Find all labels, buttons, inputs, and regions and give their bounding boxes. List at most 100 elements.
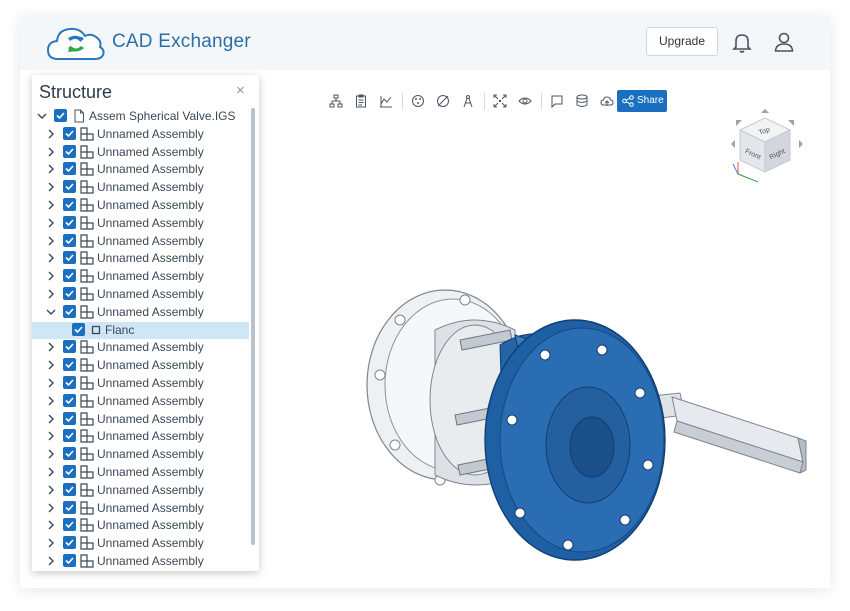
tree-checkbox[interactable] [54,109,67,122]
tree-checkbox[interactable] [63,340,76,354]
tree-assembly-row[interactable]: Unnamed Assembly [32,268,249,286]
tree-assembly-row[interactable]: Unnamed Assembly [32,144,249,162]
layers-icon[interactable] [571,90,593,112]
tree-checkbox[interactable] [63,215,76,229]
tree-assembly-row[interactable]: Unnamed Assembly [32,535,249,553]
explode-icon[interactable] [407,90,429,112]
tree-assembly-row[interactable]: Unnamed Assembly [32,179,249,197]
tree-checkbox[interactable] [63,126,76,140]
tree-assembly-row[interactable]: Unnamed Assembly [32,428,249,446]
tree-checkbox[interactable] [63,464,76,478]
tree-assembly-row[interactable]: Unnamed Assembly [32,197,249,215]
tree-assembly-row[interactable]: Unnamed Assembly [32,215,249,233]
tree-assembly-row[interactable]: Unnamed Assembly [32,393,249,411]
tree-checkbox[interactable] [63,393,76,407]
chevron-right-icon[interactable] [46,555,56,567]
tree-checkbox[interactable] [63,269,76,283]
rotate-cw-icon[interactable] [788,120,794,126]
chevron-right-icon[interactable] [46,519,56,531]
chevron-right-icon[interactable] [46,413,56,425]
upgrade-button[interactable]: Upgrade [646,27,718,56]
tree-assembly-row[interactable]: Unnamed Assembly [32,286,249,304]
visibility-icon[interactable] [514,90,536,112]
tree-checkbox[interactable] [63,197,76,211]
close-icon[interactable]: × [236,82,245,99]
chevron-right-icon[interactable] [46,128,56,140]
rotate-ccw-icon[interactable] [736,120,742,126]
valve-model[interactable] [340,275,810,585]
panel-scrollbar[interactable] [251,108,255,545]
cloud-logo-icon[interactable] [46,25,106,63]
tree-assembly-row[interactable]: Unnamed Assembly [32,304,249,322]
chevron-right-icon[interactable] [46,537,56,549]
tree-checkbox[interactable] [63,251,76,265]
tree-assembly-row[interactable]: Unnamed Assembly [32,161,249,179]
properties-icon[interactable] [350,90,372,112]
tree-checkbox[interactable] [63,304,76,318]
cloud-upload-icon[interactable] [596,90,618,112]
chevron-right-icon[interactable] [46,430,56,442]
tree-assembly-row[interactable]: Unnamed Assembly [32,411,249,429]
tree-checkbox[interactable] [63,536,76,550]
bell-icon[interactable] [730,30,754,54]
user-icon[interactable] [772,30,796,54]
chevron-right-icon[interactable] [46,502,56,514]
tree-assembly-row[interactable]: Unnamed Assembly [32,339,249,357]
tree-assembly-row[interactable]: Unnamed Assembly [32,233,249,251]
tree-checkbox[interactable] [63,375,76,389]
arrow-left-icon[interactable] [731,140,735,148]
chevron-right-icon[interactable] [46,217,56,229]
tree-checkbox[interactable] [63,553,76,567]
tree-checkbox[interactable] [63,162,76,176]
chevron-right-icon[interactable] [46,252,56,264]
tree-assembly-row[interactable]: Unnamed Assembly [32,500,249,518]
tree-assembly-row[interactable]: Unnamed Assembly [32,446,249,464]
tree-checkbox[interactable] [63,518,76,532]
tree-checkbox[interactable] [63,500,76,514]
tree-assembly-row[interactable]: Unnamed Assembly [32,126,249,144]
tree-assembly-row[interactable]: Unnamed Assembly [32,517,249,535]
chevron-right-icon[interactable] [46,377,56,389]
arrow-right-icon[interactable] [799,140,803,148]
tree-assembly-row[interactable]: Unnamed Assembly [32,482,249,500]
tree-checkbox[interactable] [63,358,76,372]
tree-checkbox[interactable] [63,144,76,158]
chevron-right-icon[interactable] [46,235,56,247]
chevron-right-icon[interactable] [46,163,56,175]
tree-checkbox[interactable] [63,180,76,194]
chevron-down-icon[interactable] [37,110,47,122]
structure-tree-icon[interactable] [325,90,347,112]
tree-checkbox[interactable] [63,447,76,461]
tree-assembly-row[interactable]: Unnamed Assembly [32,357,249,375]
tree-checkbox[interactable] [63,429,76,443]
chevron-right-icon[interactable] [46,199,56,211]
tree-assembly-row[interactable]: Unnamed Assembly [32,250,249,268]
chevron-right-icon[interactable] [46,448,56,460]
arrow-up-icon[interactable] [761,109,769,113]
section-icon[interactable] [432,90,454,112]
chevron-down-icon[interactable] [46,306,56,318]
view-cube[interactable]: Top Front Right [728,108,806,188]
compass-icon[interactable] [457,90,479,112]
tree-root-row[interactable]: Assem Spherical Valve.IGS [32,108,249,126]
chevron-right-icon[interactable] [46,288,56,300]
chevron-right-icon[interactable] [46,359,56,371]
chevron-right-icon[interactable] [46,181,56,193]
tree-checkbox[interactable] [72,322,85,336]
tree-checkbox[interactable] [63,286,76,300]
chevron-right-icon[interactable] [46,466,56,478]
chevron-right-icon[interactable] [46,341,56,353]
chevron-right-icon[interactable] [46,395,56,407]
tree-checkbox[interactable] [63,233,76,247]
tree-assembly-row[interactable]: Unnamed Assembly [32,464,249,482]
fit-view-icon[interactable] [489,90,511,112]
tree-part-row[interactable]: Flanc [32,321,249,340]
chevron-right-icon[interactable] [46,484,56,496]
share-button[interactable]: Share [617,90,667,112]
tree-assembly-row[interactable]: Unnamed Assembly [32,375,249,393]
comment-icon[interactable] [546,90,568,112]
tree-checkbox[interactable] [63,411,76,425]
chevron-right-icon[interactable] [46,270,56,282]
tree-assembly-row[interactable]: Unnamed Assembly [32,553,249,571]
tree-checkbox[interactable] [63,482,76,496]
